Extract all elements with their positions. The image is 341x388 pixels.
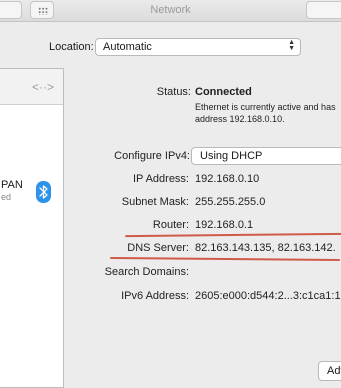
router-label: Router: <box>152 219 189 231</box>
service-status: ed <box>1 192 12 202</box>
search-domains-label: Search Domains: <box>104 266 189 278</box>
status-description-line-1: Ethernet is currently active and has <box>195 102 336 112</box>
status-description: Ethernet is currently active and has add… <box>195 101 341 125</box>
location-value: Automatic <box>103 41 152 53</box>
status-value: Connected <box>195 86 252 98</box>
service-name[interactable]: PAN <box>1 179 23 191</box>
search-field[interactable] <box>306 1 341 19</box>
window-title: Network <box>150 4 191 16</box>
bluetooth-icon <box>36 181 51 203</box>
configure-ipv4-select[interactable]: Using DHCP <box>191 147 341 165</box>
configure-ipv4-value: Using DHCP <box>200 150 263 162</box>
titlebar: Network <box>0 0 341 22</box>
status-description-line-2: address 192.168.0.10. <box>195 114 285 124</box>
red-annotation-line-bottom <box>109 256 341 262</box>
status-label: Status: <box>156 86 191 98</box>
subnet-mask-value: 255.255.255.0 <box>195 196 266 208</box>
share-arrows-icon[interactable]: <··> <box>32 80 54 94</box>
ip-address-label: IP Address: <box>132 173 189 185</box>
updown-chevron-icon: ▲ ▼ <box>288 39 295 52</box>
configure-ipv4-label: Configure IPv4: <box>114 150 190 162</box>
subnet-mask-label: Subnet Mask: <box>121 196 189 208</box>
red-annotation-line-top <box>124 232 341 238</box>
advanced-button[interactable]: Adv <box>318 361 341 381</box>
dns-server-value: 82.163.143.135, 82.163.142. <box>195 242 336 254</box>
ipv6-address-label: IPv6 Address: <box>121 290 189 302</box>
router-value: 192.168.0.1 <box>195 219 254 231</box>
ip-address-value: 192.168.0.10 <box>195 173 260 185</box>
service-list-header: <··> <box>0 69 63 105</box>
ipv6-address-value: 2605:e000:d544:2...3:c1ca1:12 <box>195 290 341 302</box>
service-list[interactable]: <··> PAN ed <box>0 68 64 388</box>
dns-server-label: DNS Server: <box>127 242 189 254</box>
location-label: Location: <box>49 41 94 53</box>
location-select[interactable]: Automatic ▲ ▼ <box>95 38 301 56</box>
